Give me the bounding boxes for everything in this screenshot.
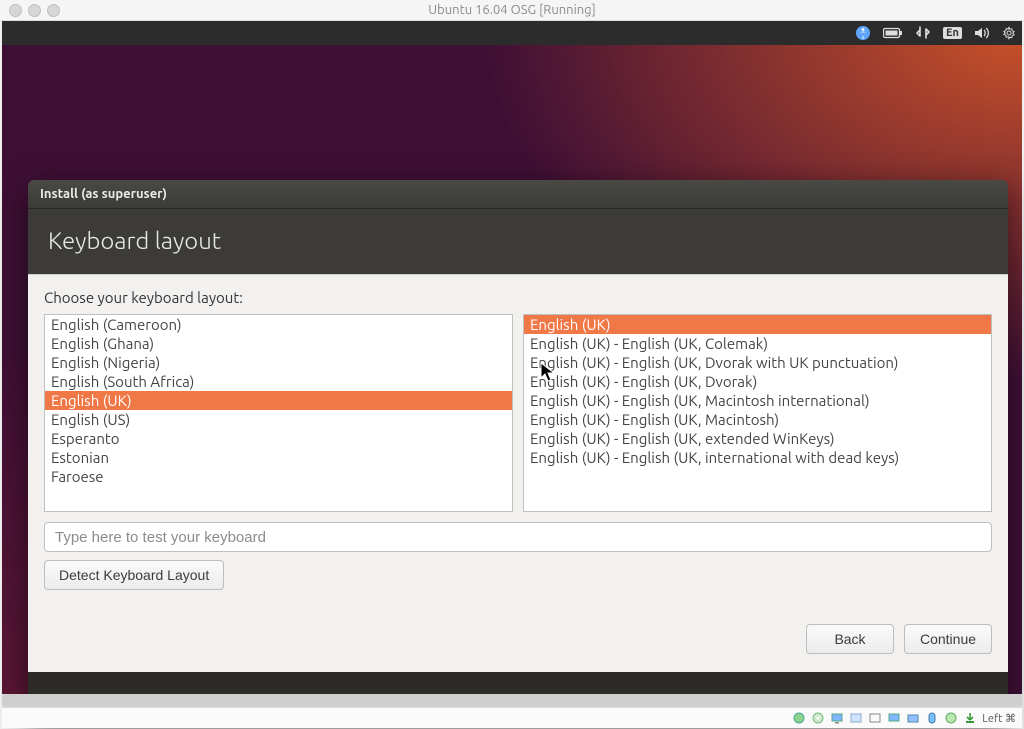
variant-option[interactable]: English (UK) <box>524 315 991 334</box>
back-button[interactable]: Back <box>806 624 894 654</box>
layout-option[interactable]: English (Ghana) <box>45 334 512 353</box>
variant-option[interactable]: English (UK) - English (UK, Dvorak) <box>524 372 991 391</box>
vb-hdd-icon[interactable] <box>792 711 806 725</box>
vb-mouse-integration-icon[interactable] <box>944 711 958 725</box>
vb-host-key-label: Left ⌘ <box>982 712 1016 725</box>
detect-keyboard-button[interactable]: Detect Keyboard Layout <box>44 560 224 590</box>
virtualbox-statusbar: Left ⌘ <box>2 707 1022 728</box>
variant-option[interactable]: English (UK) - English (UK, Dvorak with … <box>524 353 991 372</box>
variant-option[interactable]: English (UK) - English (UK, internationa… <box>524 448 991 467</box>
host-window-titlebar: Ubuntu 16.04 OSG [Running] <box>0 0 1024 21</box>
system-menu-icon[interactable] <box>1002 26 1016 40</box>
ubuntu-top-panel: En <box>2 21 1022 45</box>
installer-window-title: Install (as superuser) <box>40 187 167 201</box>
vb-usb-icon[interactable] <box>887 711 901 725</box>
layout-option[interactable]: Faroese <box>45 467 512 486</box>
language-indicator[interactable]: En <box>943 27 962 39</box>
vm-viewport: En Install (as superuser) Keyboard layou… <box>2 21 1022 707</box>
layout-option[interactable]: English (UK) <box>45 391 512 410</box>
host-window-title: Ubuntu 16.04 OSG [Running] <box>0 3 1024 17</box>
vb-audio-icon[interactable] <box>849 711 863 725</box>
installer-titlebar[interactable]: Install (as superuser) <box>28 180 1008 209</box>
layout-option[interactable]: English (US) <box>45 410 512 429</box>
keyboard-test-input[interactable] <box>44 522 992 552</box>
vb-recording-icon[interactable] <box>925 711 939 725</box>
vb-shared-folder-icon[interactable] <box>906 711 920 725</box>
layout-list-right[interactable]: English (UK)English (UK) - English (UK, … <box>523 314 992 512</box>
keyboard-prompt: Choose your keyboard layout: <box>44 289 992 306</box>
accessibility-icon[interactable] <box>855 25 871 41</box>
variant-option[interactable]: English (UK) - English (UK, Macintosh in… <box>524 391 991 410</box>
layout-option[interactable]: English (Nigeria) <box>45 353 512 372</box>
variant-option[interactable]: English (UK) - English (UK, Colemak) <box>524 334 991 353</box>
vb-network-icon[interactable] <box>868 711 882 725</box>
installer-body: Choose your keyboard layout: English (Ca… <box>28 274 1008 672</box>
layout-list-left[interactable]: English (Cameroon)English (Ghana)English… <box>44 314 513 512</box>
layout-option[interactable]: English (Cameroon) <box>45 315 512 334</box>
vb-optical-icon[interactable] <box>811 711 825 725</box>
layout-option[interactable]: Estonian <box>45 448 512 467</box>
vb-display-icon[interactable] <box>830 711 844 725</box>
volume-icon[interactable] <box>974 26 990 40</box>
layout-option[interactable]: English (South Africa) <box>45 372 512 391</box>
installer-window: Install (as superuser) Keyboard layout C… <box>28 180 1008 728</box>
continue-button[interactable]: Continue <box>904 624 992 654</box>
layout-option[interactable]: Esperanto <box>45 429 512 448</box>
vb-keyboard-capture-icon[interactable] <box>963 711 977 725</box>
variant-option[interactable]: English (UK) - English (UK, Macintosh) <box>524 410 991 429</box>
battery-icon[interactable] <box>883 27 903 39</box>
host-scrollbar[interactable] <box>2 694 1022 707</box>
variant-option[interactable]: English (UK) - English (UK, extended Win… <box>524 429 991 448</box>
network-icon[interactable] <box>915 26 931 40</box>
installer-heading: Keyboard layout <box>28 209 1008 274</box>
